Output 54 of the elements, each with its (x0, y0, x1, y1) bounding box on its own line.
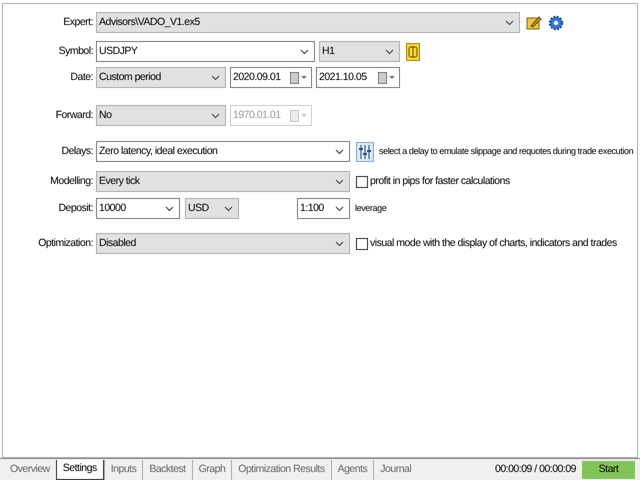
field-label: Expert: (62, 14, 94, 30)
field-label: Symbol: (58, 44, 94, 59)
dropdown[interactable]: USD (185, 198, 239, 219)
dropdown[interactable]: Every tick (96, 171, 350, 192)
dropdown[interactable]: No (96, 105, 226, 126)
chevron-down-icon (335, 206, 344, 212)
calendar-dropdown-icon[interactable] (290, 72, 308, 84)
date-field[interactable]: 2020.09.01 (230, 67, 312, 88)
checkbox-label: visual mode with the display of charts, indicators and trades (370, 236, 617, 251)
combo-box[interactable]: Zero latency, ideal execution (96, 141, 350, 162)
dropdown[interactable]: Custom period (96, 67, 226, 88)
calendar-dropdown-icon[interactable] (378, 72, 396, 84)
tab[interactable]: Inputs (104, 460, 142, 480)
dropdown[interactable]: Disabled (96, 233, 350, 254)
chevron-down-icon (165, 206, 174, 212)
hint-text: select a delay to emulate slippage and requotes during trade execution (379, 144, 634, 158)
hint-text: leverage (355, 202, 386, 215)
start-button[interactable]: Start (582, 460, 635, 478)
field-label: Deposit: (57, 200, 94, 216)
chevron-down-icon (300, 48, 309, 54)
tab[interactable]: Journal (373, 460, 418, 480)
field-label: Forward: (54, 108, 94, 123)
sliders-icon[interactable] (356, 142, 374, 162)
chevron-down-icon (224, 206, 233, 212)
field-label: Date: (69, 70, 94, 85)
pencil-icon[interactable] (526, 14, 542, 30)
chevron-down-icon (335, 240, 344, 246)
dropdown[interactable]: Advisors\VADO_V1.ex5 (96, 12, 520, 33)
date-field[interactable]: 2021.10.05 (316, 67, 400, 88)
combo-box[interactable]: 1:100 (297, 198, 350, 219)
tab[interactable]: Optimization Results (231, 460, 331, 480)
field-label: Optimization: (37, 236, 94, 251)
combo-box[interactable]: 10000 (96, 198, 180, 219)
dropdown[interactable]: H1 (319, 41, 400, 62)
chevron-down-icon (211, 112, 220, 118)
chevron-down-icon (505, 20, 514, 26)
chevron-down-icon (385, 48, 394, 54)
chevron-down-icon (335, 178, 344, 184)
settings-icon[interactable] (548, 14, 564, 30)
chevron-down-icon (211, 74, 220, 80)
tab[interactable]: Graph (192, 460, 232, 480)
chevron-down-icon (335, 148, 344, 154)
elapsed-time: 00:00:09 / 00:00:09 (495, 462, 576, 477)
checkbox-label: profit in pips for faster calculations (370, 174, 510, 189)
checkbox[interactable] (356, 176, 368, 188)
checkbox[interactable] (356, 238, 368, 250)
field-label: Delays: (60, 144, 94, 159)
tab[interactable]: Backtest (142, 460, 192, 480)
tab[interactable]: Agents (330, 460, 374, 480)
field-label: Modelling: (49, 174, 94, 189)
tab[interactable]: Overview (4, 460, 56, 480)
combo-box[interactable]: USDJPY (96, 41, 315, 62)
coin-icon[interactable] (406, 42, 420, 60)
tab[interactable]: Settings (56, 460, 104, 480)
